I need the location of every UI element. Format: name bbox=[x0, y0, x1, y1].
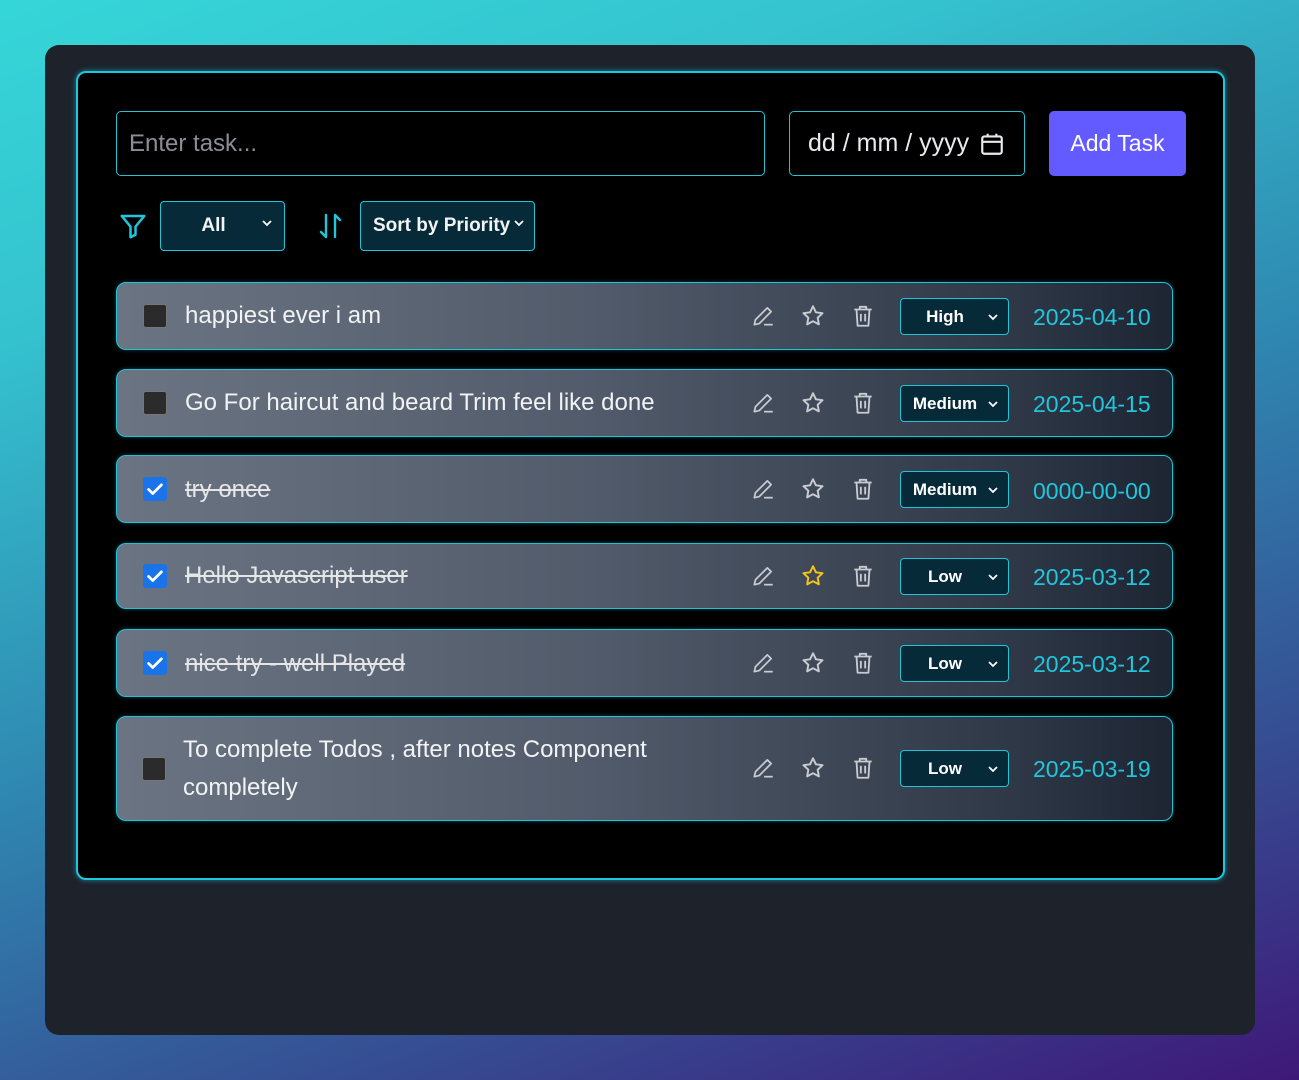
task-date: 2025-03-12 bbox=[1033, 651, 1151, 677]
delete-icon[interactable] bbox=[850, 303, 876, 329]
task-checkbox[interactable] bbox=[143, 564, 167, 588]
chevron-down-icon bbox=[986, 397, 1000, 411]
chevron-down-icon bbox=[260, 216, 274, 230]
priority-value: Low bbox=[928, 566, 962, 586]
task-item: Go For haircut and beard Trim feel like … bbox=[116, 369, 1173, 437]
star-icon[interactable] bbox=[800, 390, 826, 416]
todo-panel: dd / mm / yyyy Add Task All bbox=[76, 71, 1225, 880]
edit-icon[interactable] bbox=[750, 563, 776, 589]
task-text: Hello Javascript user bbox=[185, 562, 408, 589]
delete-icon[interactable] bbox=[850, 390, 876, 416]
task-item: To complete Todos , after notes Componen… bbox=[116, 716, 1173, 821]
priority-select[interactable]: Medium bbox=[900, 385, 1009, 422]
task-checkbox[interactable] bbox=[143, 477, 167, 501]
task-item: Hello Javascript user Low 2025-03-12 bbox=[116, 543, 1173, 609]
calendar-icon[interactable] bbox=[979, 131, 1005, 157]
date-placeholder: dd / mm / yyyy bbox=[808, 129, 970, 157]
date-input[interactable]: dd / mm / yyyy bbox=[789, 111, 1025, 176]
task-item: try once Medium 0000-00-00 bbox=[116, 455, 1173, 523]
chevron-down-icon bbox=[986, 310, 1000, 324]
star-icon[interactable] bbox=[800, 755, 826, 781]
edit-icon[interactable] bbox=[750, 390, 776, 416]
edit-icon[interactable] bbox=[750, 755, 776, 781]
task-checkbox[interactable] bbox=[143, 651, 167, 675]
task-checkbox[interactable] bbox=[143, 391, 167, 415]
priority-select[interactable]: Low bbox=[900, 558, 1009, 595]
task-date: 2025-04-10 bbox=[1033, 304, 1151, 330]
star-icon[interactable] bbox=[800, 303, 826, 329]
task-item: nice try - well Played Low 2025-03-12 bbox=[116, 629, 1173, 697]
task-text: happiest ever i am bbox=[185, 302, 382, 329]
task-date: 0000-00-00 bbox=[1033, 478, 1151, 504]
task-checkbox[interactable] bbox=[143, 304, 167, 328]
priority-value: Low bbox=[928, 653, 962, 673]
chevron-down-icon bbox=[986, 570, 1000, 584]
priority-value: Low bbox=[928, 758, 962, 778]
priority-value: Medium bbox=[912, 479, 978, 499]
star-icon[interactable] bbox=[800, 650, 826, 676]
delete-icon[interactable] bbox=[850, 650, 876, 676]
chevron-down-icon bbox=[986, 657, 1000, 671]
edit-icon[interactable] bbox=[750, 476, 776, 502]
priority-select[interactable]: High bbox=[900, 298, 1009, 335]
task-checkbox[interactable] bbox=[142, 757, 166, 781]
delete-icon[interactable] bbox=[850, 755, 876, 781]
task-text: nice try - well Played bbox=[185, 650, 406, 677]
task-text: try once bbox=[185, 476, 271, 503]
filter-select[interactable]: All bbox=[160, 201, 285, 251]
filter-icon bbox=[118, 211, 148, 241]
task-date: 2025-03-12 bbox=[1033, 564, 1151, 590]
task-date: 2025-04-15 bbox=[1033, 391, 1151, 417]
sort-select-value: Sort by Priority bbox=[373, 215, 511, 236]
sort-select[interactable]: Sort by Priority bbox=[360, 201, 535, 251]
app-container: dd / mm / yyyy Add Task All bbox=[45, 45, 1255, 1035]
priority-select[interactable]: Medium bbox=[900, 471, 1009, 508]
task-item: happiest ever i am High 2025-04-10 bbox=[116, 282, 1173, 350]
chevron-down-icon bbox=[512, 216, 526, 230]
priority-value: Medium bbox=[912, 393, 978, 413]
priority-select[interactable]: Low bbox=[900, 750, 1009, 787]
sort-icon bbox=[318, 211, 344, 241]
edit-icon[interactable] bbox=[750, 650, 776, 676]
star-icon[interactable] bbox=[800, 563, 826, 589]
add-task-button[interactable]: Add Task bbox=[1049, 111, 1186, 176]
priority-select[interactable]: Low bbox=[900, 645, 1009, 682]
star-icon[interactable] bbox=[800, 476, 826, 502]
task-input[interactable] bbox=[116, 111, 765, 176]
task-text: To complete Todos , after notes Componen… bbox=[183, 736, 647, 801]
filter-select-value: All bbox=[201, 215, 226, 236]
chevron-down-icon bbox=[986, 762, 1000, 776]
task-date: 2025-03-19 bbox=[1033, 756, 1151, 782]
edit-icon[interactable] bbox=[750, 303, 776, 329]
priority-value: High bbox=[926, 306, 964, 326]
delete-icon[interactable] bbox=[850, 563, 876, 589]
chevron-down-icon bbox=[986, 483, 1000, 497]
delete-icon[interactable] bbox=[850, 476, 876, 502]
task-text: Go For haircut and beard Trim feel like … bbox=[185, 389, 655, 416]
